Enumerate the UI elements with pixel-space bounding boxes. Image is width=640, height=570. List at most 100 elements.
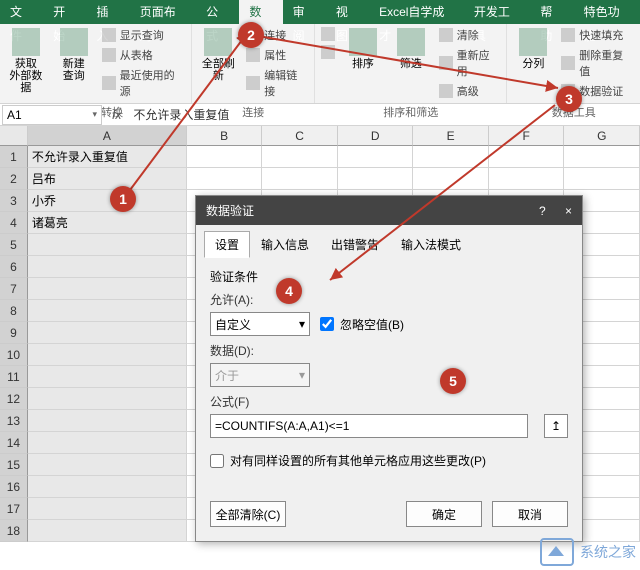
allow-select[interactable]: 自定义▾: [210, 312, 310, 336]
sort-desc-button[interactable]: [319, 44, 337, 60]
cell-A7[interactable]: [28, 278, 187, 300]
advanced-filter-button[interactable]: 高级: [437, 82, 503, 100]
tab-insert[interactable]: 插入: [86, 0, 129, 24]
cell-B2[interactable]: [187, 168, 263, 190]
tab-review[interactable]: 审阅: [283, 0, 326, 24]
ignore-blank-checkbox[interactable]: [320, 317, 334, 331]
from-table-button[interactable]: 从表格: [100, 46, 188, 64]
clear-all-button[interactable]: 全部清除(C): [210, 501, 286, 527]
col-header-D[interactable]: D: [338, 126, 414, 146]
text-to-columns-button[interactable]: 分列: [511, 26, 555, 72]
remove-duplicates-button[interactable]: 删除重复值: [559, 46, 636, 80]
tab-help[interactable]: 帮助: [530, 0, 573, 24]
sort-asc-button[interactable]: [319, 26, 337, 42]
col-header-A[interactable]: A: [28, 126, 187, 146]
cell-D1[interactable]: [338, 146, 414, 168]
cell-A15[interactable]: [28, 454, 187, 476]
tab-layout[interactable]: 页面布局: [130, 0, 196, 24]
row-header[interactable]: 8: [0, 300, 28, 322]
row-header[interactable]: 16: [0, 476, 28, 498]
cell-A12[interactable]: [28, 388, 187, 410]
fx-icon[interactable]: fx: [104, 108, 129, 122]
flash-fill-button[interactable]: 快速填充: [559, 26, 636, 44]
cell-F2[interactable]: [489, 168, 565, 190]
refresh-all-button[interactable]: 全部刷新: [196, 26, 240, 84]
row-header[interactable]: 2: [0, 168, 28, 190]
row-header[interactable]: 3: [0, 190, 28, 212]
cell-A4[interactable]: 诸葛亮: [28, 212, 187, 234]
cell-A3[interactable]: 小乔: [28, 190, 187, 212]
get-external-data-button[interactable]: 获取 外部数据: [4, 26, 48, 96]
col-header-C[interactable]: C: [262, 126, 338, 146]
col-header-B[interactable]: B: [187, 126, 263, 146]
cell-D2[interactable]: [338, 168, 414, 190]
dialog-titlebar[interactable]: 数据验证 ? ×: [196, 196, 582, 225]
tab-file[interactable]: 文件: [0, 0, 43, 24]
select-all-corner[interactable]: [0, 126, 28, 146]
row-header[interactable]: 14: [0, 432, 28, 454]
row-header[interactable]: 17: [0, 498, 28, 520]
cell-A5[interactable]: [28, 234, 187, 256]
cell-A14[interactable]: [28, 432, 187, 454]
tab-custom[interactable]: Excel自学成才: [369, 0, 464, 24]
cell-A9[interactable]: [28, 322, 187, 344]
dialog-tab-ime[interactable]: 输入法模式: [390, 231, 472, 258]
tab-developer[interactable]: 开发工具: [464, 0, 530, 24]
cell-A6[interactable]: [28, 256, 187, 278]
cell-A17[interactable]: [28, 498, 187, 520]
tab-data[interactable]: 数据: [239, 0, 282, 24]
cell-E2[interactable]: [413, 168, 489, 190]
cell-F1[interactable]: [489, 146, 565, 168]
cell-A11[interactable]: [28, 366, 187, 388]
row-header[interactable]: 7: [0, 278, 28, 300]
tab-view[interactable]: 视图: [326, 0, 369, 24]
cell-C1[interactable]: [262, 146, 338, 168]
reapply-button[interactable]: 重新应用: [437, 46, 503, 80]
new-query-button[interactable]: 新建 查询: [52, 26, 96, 84]
recent-sources-button[interactable]: 最近使用的源: [100, 66, 188, 100]
row-header[interactable]: 4: [0, 212, 28, 234]
range-selector-button[interactable]: ↥: [544, 414, 568, 438]
show-queries-button[interactable]: 显示查询: [100, 26, 188, 44]
tab-special[interactable]: 特色功能: [574, 0, 640, 24]
cell-A1[interactable]: 不允许录入重复值: [28, 146, 187, 168]
col-header-G[interactable]: G: [564, 126, 640, 146]
edit-links-button[interactable]: 编辑链接: [244, 66, 310, 100]
dialog-tab-settings[interactable]: 设置: [204, 231, 250, 258]
properties-button[interactable]: 属性: [244, 46, 310, 64]
row-header[interactable]: 15: [0, 454, 28, 476]
cell-B1[interactable]: [187, 146, 263, 168]
ok-button[interactable]: 确定: [406, 501, 482, 527]
row-header[interactable]: 18: [0, 520, 28, 542]
cancel-button[interactable]: 取消: [492, 501, 568, 527]
row-header[interactable]: 13: [0, 410, 28, 432]
cell-G1[interactable]: [564, 146, 640, 168]
cell-G2[interactable]: [564, 168, 640, 190]
sort-button[interactable]: 排序: [341, 26, 385, 72]
dialog-close-icon[interactable]: ×: [565, 204, 572, 218]
cell-A18[interactable]: [28, 520, 187, 542]
row-header[interactable]: 6: [0, 256, 28, 278]
apply-to-all-checkbox[interactable]: [210, 454, 224, 468]
row-header[interactable]: 1: [0, 146, 28, 168]
row-header[interactable]: 12: [0, 388, 28, 410]
filter-button[interactable]: 筛选: [389, 26, 433, 72]
tab-home[interactable]: 开始: [43, 0, 86, 24]
formula-input[interactable]: =COUNTIFS(A:A,A1)<=1: [210, 414, 528, 438]
dialog-tab-error-alert[interactable]: 出错警告: [320, 231, 390, 258]
row-header[interactable]: 10: [0, 344, 28, 366]
cell-E1[interactable]: [413, 146, 489, 168]
cell-C2[interactable]: [262, 168, 338, 190]
cell-A10[interactable]: [28, 344, 187, 366]
tab-formulas[interactable]: 公式: [196, 0, 239, 24]
col-header-E[interactable]: E: [413, 126, 489, 146]
row-header[interactable]: 11: [0, 366, 28, 388]
dialog-help-icon[interactable]: ?: [539, 204, 546, 218]
cell-A13[interactable]: [28, 410, 187, 432]
cell-A16[interactable]: [28, 476, 187, 498]
dialog-tab-input-message[interactable]: 输入信息: [250, 231, 320, 258]
name-box[interactable]: A1▾: [2, 105, 102, 125]
col-header-F[interactable]: F: [489, 126, 565, 146]
row-header[interactable]: 5: [0, 234, 28, 256]
clear-filter-button[interactable]: 清除: [437, 26, 503, 44]
